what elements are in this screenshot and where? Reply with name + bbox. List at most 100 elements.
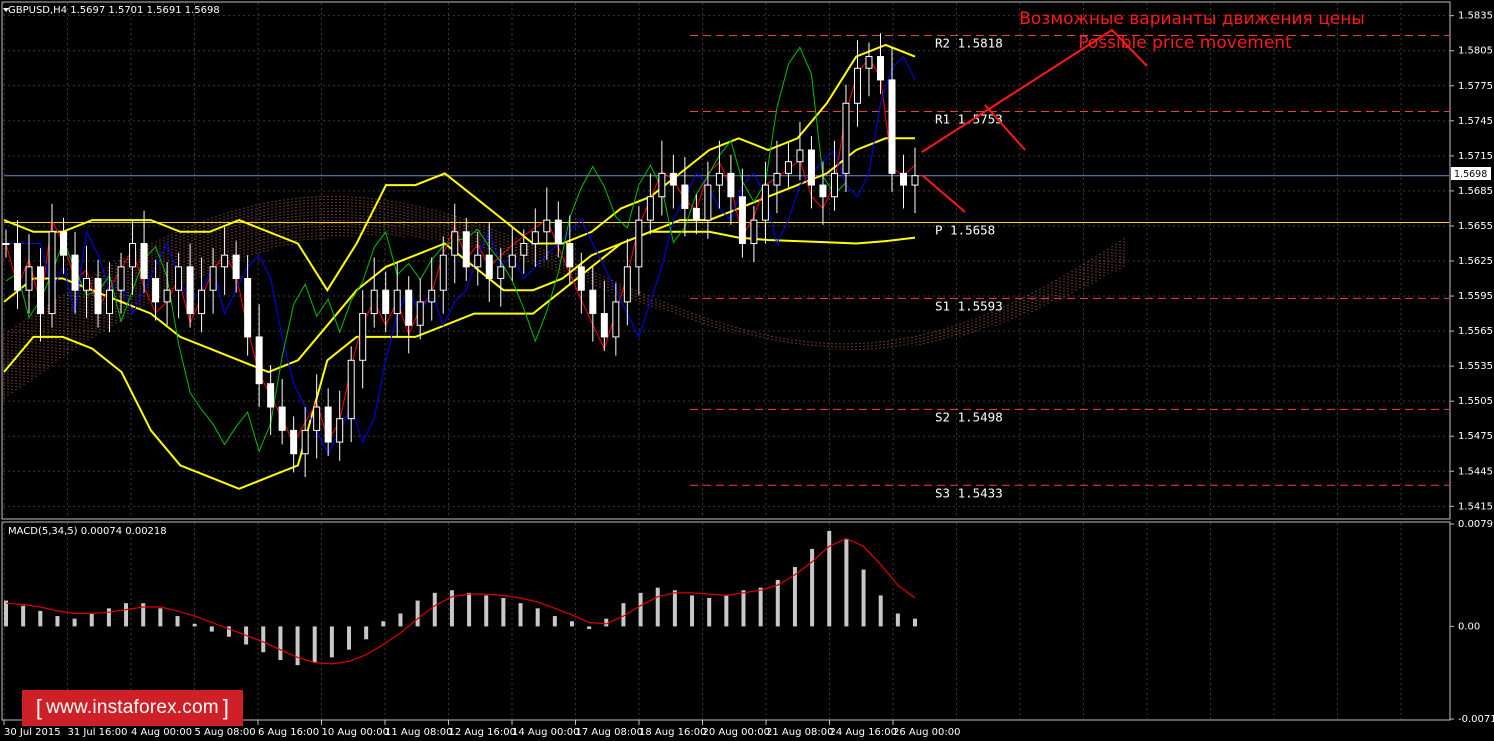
candle-body xyxy=(140,242,148,280)
macd-tick-label: -0.00717 xyxy=(1458,714,1494,725)
macd-bar xyxy=(690,595,695,627)
candle-body xyxy=(819,184,827,198)
macd-bar xyxy=(398,613,403,627)
time-tick-label: 6 Aug 16:00 xyxy=(258,727,319,738)
macd-bar xyxy=(467,592,472,627)
price-tick-label: 1.5565 xyxy=(1458,326,1493,337)
candle-body xyxy=(405,289,413,326)
macd-bar xyxy=(72,618,77,627)
price-tick-label: 1.5415 xyxy=(1458,501,1493,512)
candle-body xyxy=(382,289,390,315)
candle-body xyxy=(796,149,804,163)
price-tick-label: 1.5625 xyxy=(1458,256,1493,267)
macd-bar xyxy=(449,590,454,627)
time-tick-label: 24 Aug 16:00 xyxy=(830,727,897,738)
candle-body xyxy=(347,359,355,420)
candle-body xyxy=(221,254,229,268)
price-tick-label: 1.5775 xyxy=(1458,81,1493,92)
macd-tick-label: 0.00 xyxy=(1458,621,1480,632)
candle-body xyxy=(554,219,562,244)
time-tick-label: 31 Jul 16:00 xyxy=(68,727,128,738)
macd-bar xyxy=(329,626,334,658)
macd-bar xyxy=(724,595,729,627)
macd-bar xyxy=(569,621,574,627)
forecast-down-arrow xyxy=(921,174,966,213)
macd-bar xyxy=(707,597,712,627)
macd-bar xyxy=(844,538,849,627)
price-tick-label: 1.5805 xyxy=(1458,46,1493,57)
candle-body xyxy=(244,278,252,338)
price-tick-label: 1.5835 xyxy=(1458,11,1493,22)
candle-body xyxy=(94,278,102,315)
macd-bar xyxy=(672,590,677,627)
level-label-s1: S1 1.5593 xyxy=(935,298,1003,313)
candle-body xyxy=(888,79,896,174)
candle-body xyxy=(14,242,22,291)
price-tick-label: 1.5475 xyxy=(1458,431,1493,442)
macd-bar xyxy=(535,608,540,627)
candle-body xyxy=(623,266,631,303)
candle-body xyxy=(336,418,344,443)
macd-bar xyxy=(278,626,283,660)
time-tick-label: 26 Aug 00:00 xyxy=(893,727,960,738)
candle-body xyxy=(290,429,298,455)
macd-bar xyxy=(655,587,660,627)
chart-canvas[interactable]: R2 1.5818R1 1.5753P 1.5658S1 1.5593S2 1.… xyxy=(0,0,1494,741)
macd-bar xyxy=(89,613,94,627)
macd-bar xyxy=(775,579,780,627)
macd-bar xyxy=(861,569,866,627)
instaforex-logo[interactable]: [ www.instaforex.com ] xyxy=(22,690,243,726)
macd-bar xyxy=(741,590,746,627)
candle-body xyxy=(324,406,332,443)
candle-body xyxy=(876,56,884,81)
candle-body xyxy=(428,289,436,303)
candle-body xyxy=(727,172,735,198)
logo-text: www.instaforex.com xyxy=(46,697,219,718)
candle-body xyxy=(830,172,838,198)
candle-body xyxy=(462,231,470,268)
macd-bar xyxy=(518,603,523,627)
candle-body xyxy=(474,254,482,268)
candle-body xyxy=(359,313,367,361)
macd-bar xyxy=(347,626,352,650)
current-price-label: 1.5698 xyxy=(1454,169,1487,180)
candle-body xyxy=(209,266,217,291)
annotation-en: Possible price movement xyxy=(1078,33,1292,53)
candle-body xyxy=(704,184,712,221)
level-label-s3: S3 1.5433 xyxy=(935,485,1003,500)
candle-body xyxy=(186,266,194,315)
candle-body xyxy=(439,254,447,291)
macd-bar xyxy=(158,608,163,627)
macd-bar xyxy=(209,626,214,632)
candle-body xyxy=(60,231,68,256)
time-tick-label: 17 Aug 08:00 xyxy=(576,727,643,738)
price-tick-label: 1.5745 xyxy=(1458,116,1493,127)
candle-body xyxy=(278,406,286,431)
time-tick-label: 30 Jul 2015 xyxy=(4,727,61,738)
candle-body xyxy=(370,289,378,315)
price-tick-label: 1.5715 xyxy=(1458,151,1493,162)
price-tick-label: 1.5535 xyxy=(1458,361,1493,372)
candle-body xyxy=(543,219,551,233)
candle-body xyxy=(853,67,861,104)
macd-bar xyxy=(192,623,197,627)
candle-body xyxy=(48,231,56,315)
candle-body xyxy=(129,242,137,268)
macd-bar xyxy=(4,600,8,627)
time-tick-label: 4 Aug 00:00 xyxy=(131,727,192,738)
candle-body xyxy=(508,254,516,268)
candle-body xyxy=(784,161,792,174)
time-tick-label: 20 Aug 00:00 xyxy=(703,727,770,738)
candle-body xyxy=(313,406,321,431)
candle-body xyxy=(497,266,505,280)
time-tick-label: 14 Aug 00:00 xyxy=(512,727,579,738)
candle-body xyxy=(117,266,125,291)
candle-body xyxy=(163,289,171,303)
macd-bar xyxy=(55,616,60,627)
candle-body xyxy=(566,242,574,268)
macd-bar xyxy=(175,616,180,627)
macd-bar xyxy=(38,610,43,627)
macd-bar xyxy=(913,618,917,627)
candle-body xyxy=(865,56,873,69)
candle-body xyxy=(106,289,114,315)
